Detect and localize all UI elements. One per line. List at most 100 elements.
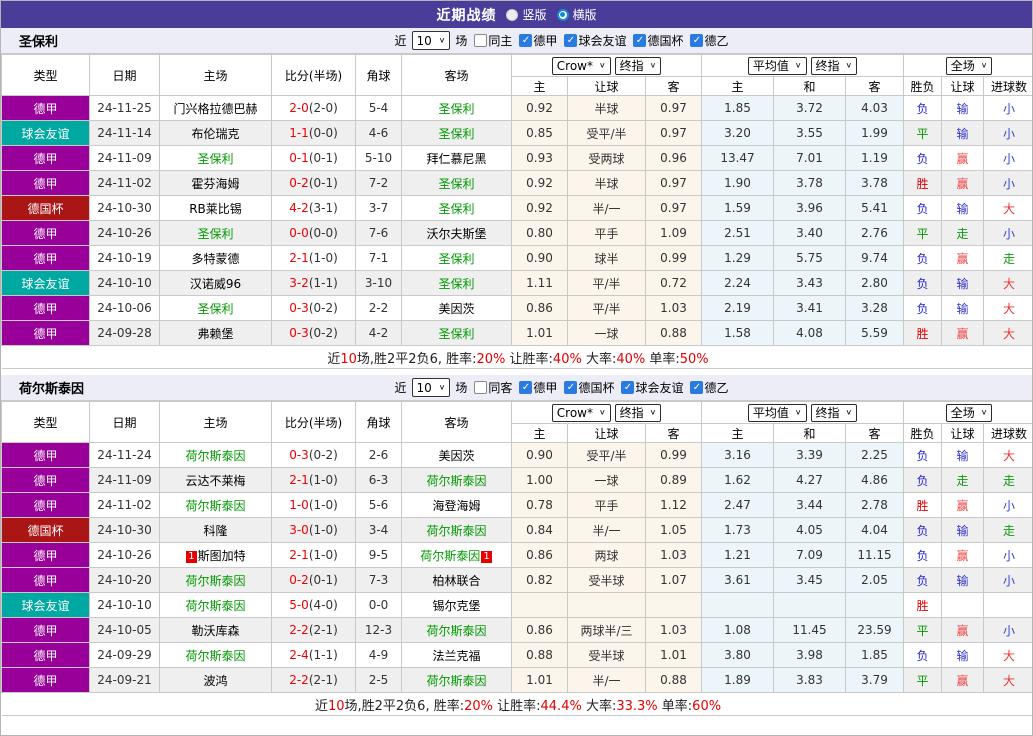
- away-team-link[interactable]: 圣保利: [438, 277, 474, 291]
- bookmaker-select[interactable]: Crow* ∨: [551, 56, 611, 75]
- full-match-select[interactable]: 全场 ∨: [945, 403, 993, 422]
- score-link[interactable]: 1-0(1-0): [289, 498, 338, 512]
- checkbox-checked-icon[interactable]: [564, 34, 578, 47]
- final-index-select[interactable]: 终指 ∨: [614, 403, 662, 422]
- away-team-link[interactable]: 荷尔斯泰因: [426, 474, 486, 488]
- layout-vertical-option[interactable]: 竖版: [506, 6, 547, 23]
- score-link[interactable]: 0-1(0-1): [289, 151, 338, 165]
- league-checkbox-3[interactable]: 德国杯: [633, 32, 683, 49]
- away-team-link[interactable]: 拜仁慕尼黑: [426, 152, 486, 166]
- away-team-link[interactable]: 圣保利: [438, 177, 474, 191]
- home-team-link[interactable]: 云达不莱梅: [185, 474, 245, 488]
- league-checkbox-2[interactable]: 球会友谊: [564, 32, 626, 49]
- league-checkbox-2[interactable]: 德国杯: [564, 379, 614, 396]
- away-team-link[interactable]: 荷尔斯泰因: [426, 524, 486, 538]
- home-team-link[interactable]: 霍芬海姆: [191, 177, 239, 191]
- score-link[interactable]: 0-2(0-1): [289, 573, 338, 587]
- home-team-cell: 勒沃库森: [159, 617, 272, 643]
- away-team-link[interactable]: 圣保利: [438, 102, 474, 116]
- home-team-link[interactable]: RB莱比锡: [189, 202, 242, 216]
- home-team-link[interactable]: 布伦瑞克: [191, 127, 239, 141]
- checkbox-checked-icon[interactable]: [519, 34, 533, 47]
- score-link[interactable]: 3-0(1-0): [289, 523, 338, 537]
- checkbox-checked-icon[interactable]: [621, 381, 635, 394]
- home-team-link[interactable]: 斯图加特: [198, 549, 246, 563]
- layout-horizontal-option[interactable]: 横版: [556, 6, 597, 23]
- home-team-link[interactable]: 圣保利: [197, 152, 233, 166]
- checkbox-checked-icon[interactable]: [519, 381, 533, 394]
- away-team-link[interactable]: 沃尔夫斯堡: [426, 227, 486, 241]
- away-team-link[interactable]: 法兰克福: [432, 649, 480, 663]
- home-team-link[interactable]: 门兴格拉德巴赫: [173, 102, 257, 116]
- score-link[interactable]: 3-2(1-1): [289, 276, 338, 290]
- league-checkbox-1[interactable]: 德甲: [519, 379, 557, 396]
- league-checkbox-4[interactable]: 德乙: [690, 32, 728, 49]
- home-team-link[interactable]: 荷尔斯泰因: [185, 649, 245, 663]
- final-index-select-2[interactable]: 终指 ∨: [810, 403, 858, 422]
- same-venue-checkbox[interactable]: 同客: [474, 379, 512, 396]
- full-match-select[interactable]: 全场 ∨: [945, 56, 993, 75]
- score-link[interactable]: 0-0(0-0): [289, 226, 338, 240]
- score-link[interactable]: 0-2(0-1): [289, 176, 338, 190]
- away-team-link[interactable]: 荷尔斯泰因: [426, 674, 486, 688]
- away-team-link[interactable]: 圣保利: [438, 252, 474, 266]
- radio-unchecked-icon[interactable]: [506, 8, 519, 21]
- halftime-score: (4-0): [308, 598, 338, 612]
- score-link[interactable]: 1-1(0-0): [289, 126, 338, 140]
- avg-away-odds: 2.78: [844, 492, 905, 518]
- away-team-link[interactable]: 圣保利: [438, 327, 474, 341]
- league-checkbox-1[interactable]: 德甲: [519, 32, 557, 49]
- score-link[interactable]: 2-2(2-1): [289, 623, 338, 637]
- home-team-link[interactable]: 弗赖堡: [197, 327, 233, 341]
- home-team-link[interactable]: 勒沃库森: [191, 624, 239, 638]
- away-team-link[interactable]: 锡尔克堡: [432, 599, 480, 613]
- home-team-link[interactable]: 科隆: [203, 524, 227, 538]
- score-link[interactable]: 2-0(2-0): [289, 101, 338, 115]
- average-select[interactable]: 平均值 ∨: [747, 56, 807, 75]
- average-select[interactable]: 平均值 ∨: [747, 403, 807, 422]
- match-count-select[interactable]: 10 ∨: [411, 31, 451, 50]
- home-team-link[interactable]: 波鸿: [203, 674, 227, 688]
- same-venue-checkbox[interactable]: 同主: [474, 32, 512, 49]
- score-link[interactable]: 2-1(1-0): [289, 473, 338, 487]
- away-team-link[interactable]: 圣保利: [438, 202, 474, 216]
- away-team-link[interactable]: 美因茨: [438, 449, 474, 463]
- checkbox-unchecked-icon[interactable]: [474, 34, 488, 47]
- final-index-select-2[interactable]: 终指 ∨: [810, 56, 858, 75]
- away-team-link[interactable]: 海登海姆: [432, 499, 480, 513]
- match-count-select[interactable]: 10 ∨: [411, 378, 451, 397]
- score-link[interactable]: 0-3(0-2): [289, 326, 338, 340]
- home-team-link[interactable]: 多特蒙德: [191, 252, 239, 266]
- away-team-link[interactable]: 柏林联合: [432, 574, 480, 588]
- score-link[interactable]: 2-1(1-0): [289, 548, 338, 562]
- away-team-link[interactable]: 圣保利: [438, 127, 474, 141]
- home-team-link[interactable]: 荷尔斯泰因: [185, 599, 245, 613]
- league-checkbox-3[interactable]: 球会友谊: [621, 379, 683, 396]
- home-team-link[interactable]: 圣保利: [197, 302, 233, 316]
- radio-checked-icon[interactable]: [556, 8, 569, 21]
- checkbox-unchecked-icon[interactable]: [474, 381, 488, 394]
- home-team-link[interactable]: 荷尔斯泰因: [185, 574, 245, 588]
- score-link[interactable]: 2-2(2-1): [289, 673, 338, 687]
- score-link[interactable]: 0-3(0-2): [289, 301, 338, 315]
- score-link[interactable]: 4-2(3-1): [289, 201, 338, 215]
- score-link[interactable]: 5-0(4-0): [289, 598, 338, 612]
- league-type-cell: 德甲: [1, 295, 90, 321]
- score-link[interactable]: 2-4(1-1): [289, 648, 338, 662]
- away-team-link[interactable]: 荷尔斯泰因: [426, 624, 486, 638]
- league-checkbox-4[interactable]: 德乙: [690, 379, 728, 396]
- score-link[interactable]: 0-3(0-2): [289, 448, 338, 462]
- home-team-link[interactable]: 荷尔斯泰因: [185, 499, 245, 513]
- away-team-link[interactable]: 荷尔斯泰因: [420, 549, 480, 563]
- checkbox-checked-icon[interactable]: [633, 34, 647, 47]
- away-team-link[interactable]: 美因茨: [438, 302, 474, 316]
- bookmaker-select[interactable]: Crow* ∨: [551, 403, 611, 422]
- home-team-link[interactable]: 荷尔斯泰因: [185, 449, 245, 463]
- score-link[interactable]: 2-1(1-0): [289, 251, 338, 265]
- home-team-link[interactable]: 汉诺威96: [190, 277, 241, 291]
- home-team-link[interactable]: 圣保利: [197, 227, 233, 241]
- checkbox-checked-icon[interactable]: [690, 34, 704, 47]
- checkbox-checked-icon[interactable]: [690, 381, 704, 394]
- final-index-select[interactable]: 终指 ∨: [614, 56, 662, 75]
- checkbox-checked-icon[interactable]: [564, 381, 578, 394]
